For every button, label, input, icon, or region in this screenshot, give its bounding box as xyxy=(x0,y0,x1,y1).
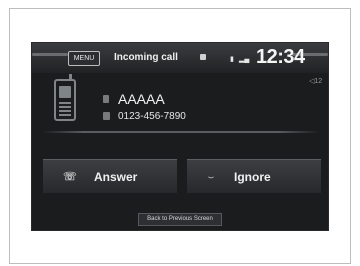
ignore-button[interactable]: ⌣ Ignore xyxy=(187,159,321,193)
screen-title: Incoming call xyxy=(114,52,178,63)
infotainment-screen: MENU Incoming call ▮ ▂▄ 12:34 ◁12 AAAAA … xyxy=(31,42,329,231)
back-to-previous-screen-button[interactable]: Back to Previous Screen xyxy=(138,213,222,226)
status-bar: MENU Incoming call ▮ ▂▄ 12:34 xyxy=(32,43,328,73)
answer-button[interactable]: ☏ Answer xyxy=(43,159,177,193)
answer-icon: ☏ xyxy=(63,171,77,183)
phone-icon xyxy=(54,79,76,121)
contact-icon xyxy=(103,95,109,103)
ignore-icon: ⌣ xyxy=(208,172,214,182)
signal-icon: ▂▄ xyxy=(239,56,250,63)
battery-icon: ▮ xyxy=(230,56,234,63)
volume-indicator: ◁12 xyxy=(309,78,323,85)
answer-label: Answer xyxy=(94,170,138,184)
menu-button[interactable]: MENU xyxy=(68,51,100,66)
clock: 12:34 xyxy=(256,46,305,68)
divider xyxy=(42,131,320,133)
caller-name: AAAAA xyxy=(118,91,165,107)
ignore-label: Ignore xyxy=(234,170,271,184)
bluetooth-icon xyxy=(200,54,206,60)
number-icon xyxy=(103,112,110,120)
status-bar-left-trim xyxy=(32,53,68,56)
caller-number: 0123-456-7890 xyxy=(118,111,186,122)
